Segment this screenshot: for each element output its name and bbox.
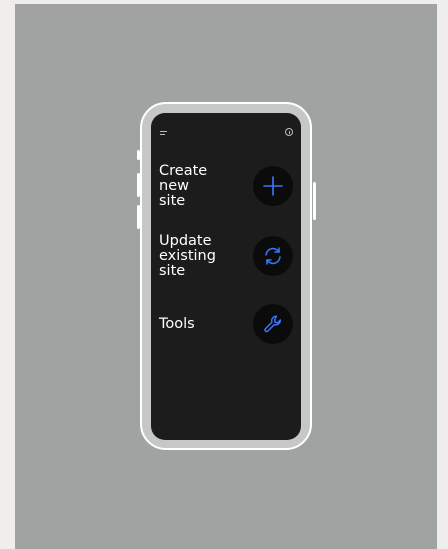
info-icon[interactable]: [285, 128, 293, 136]
app-screen: Create new site Update existing site Too…: [151, 113, 301, 440]
phone-side-button: [137, 150, 140, 160]
create-new-site-button[interactable]: [253, 166, 293, 206]
refresh-icon: [265, 247, 281, 265]
menu-icon[interactable]: [160, 131, 167, 136]
plus-icon: [263, 176, 283, 196]
create-new-site-option[interactable]: Create new site: [159, 164, 293, 209]
update-existing-site-button[interactable]: [253, 236, 293, 276]
tools-label: Tools: [159, 316, 195, 332]
tools-option[interactable]: Tools: [159, 304, 293, 344]
update-existing-site-label: Update existing site: [159, 233, 216, 279]
phone-volume-up-button: [137, 173, 140, 197]
wrench-icon: [264, 315, 281, 333]
phone-power-button: [313, 182, 316, 220]
tools-button[interactable]: [253, 304, 293, 344]
update-existing-site-option[interactable]: Update existing site: [159, 234, 293, 279]
phone-volume-down-button: [137, 205, 140, 229]
create-new-site-label: Create new site: [159, 163, 208, 209]
